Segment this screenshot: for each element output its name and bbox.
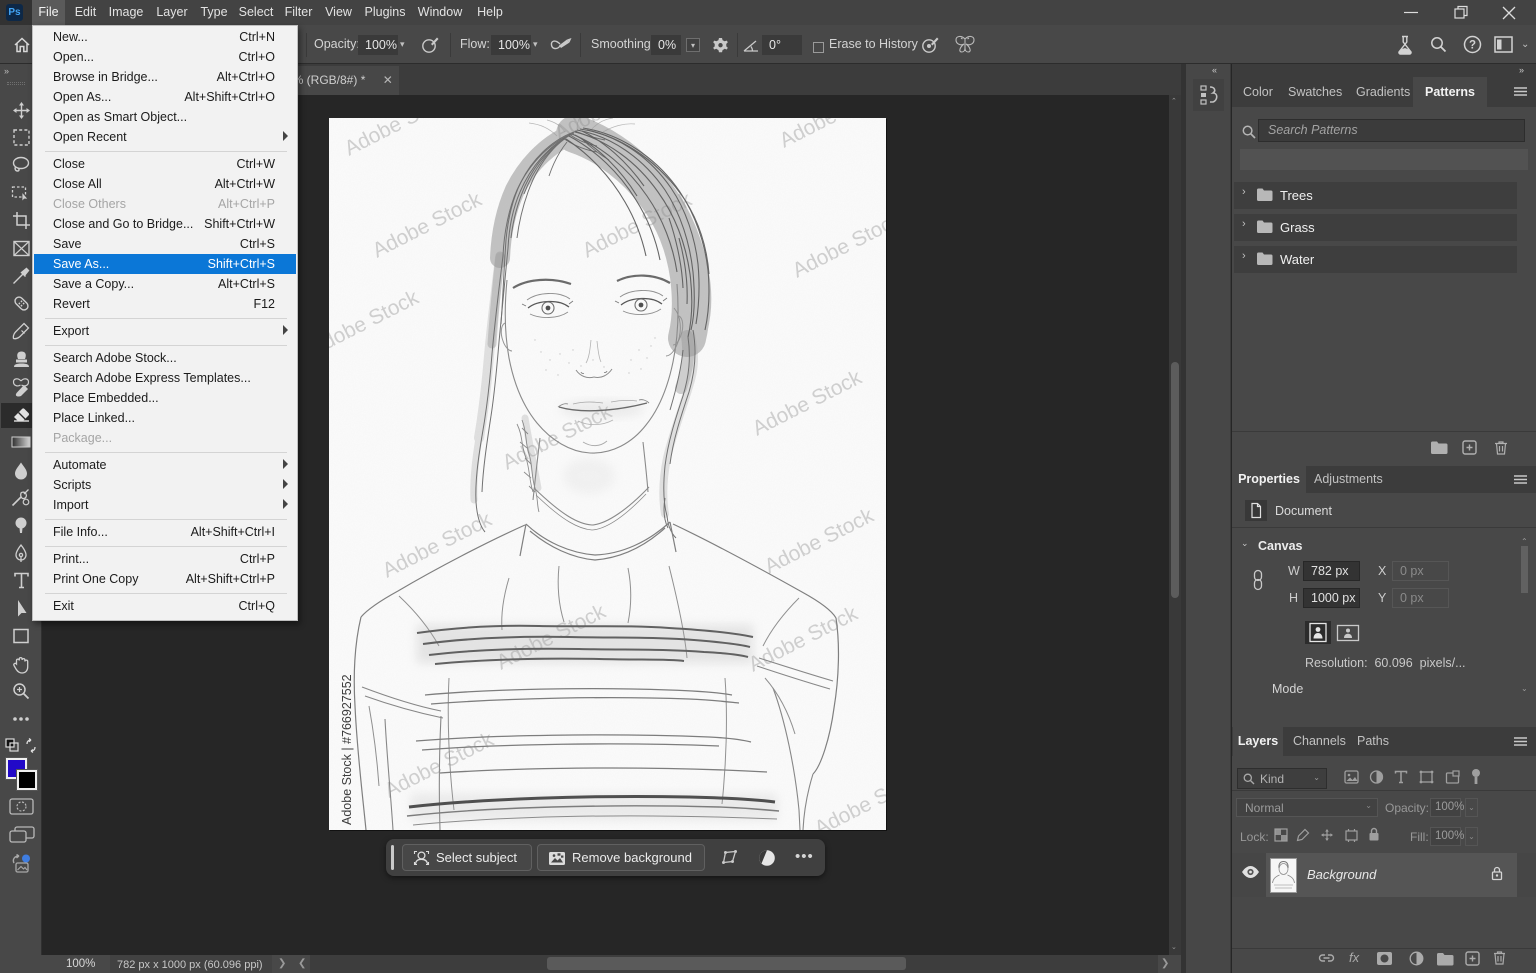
svg-text:?: ? bbox=[1469, 40, 1476, 52]
svg-text:Adobe Stock | #766927552: Adobe Stock | #766927552 bbox=[340, 674, 354, 825]
